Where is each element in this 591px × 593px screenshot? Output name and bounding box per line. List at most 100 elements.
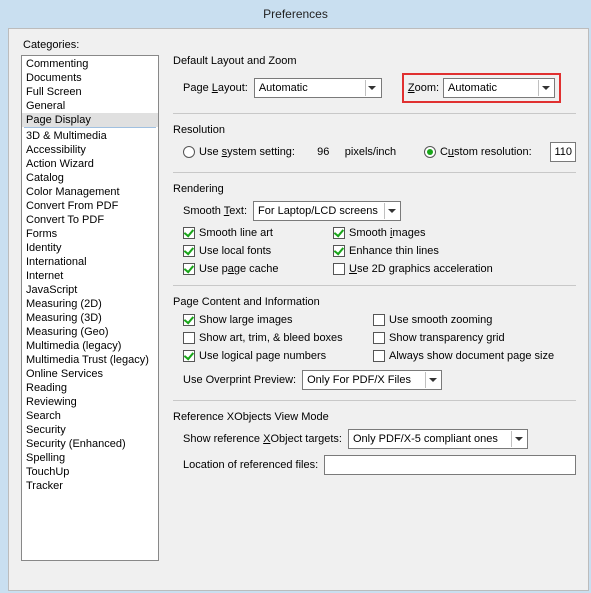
preferences-window: Preferences Categories: CommentingDocume…	[0, 0, 591, 593]
group-resolution: Resolution Use system setting: 96 pixels…	[173, 124, 576, 162]
category-item[interactable]: Full Screen	[22, 85, 158, 99]
show-art-trim-bleed-checkbox[interactable]: Show art, trim, & bleed boxes	[183, 332, 373, 344]
category-item[interactable]: Commenting	[22, 57, 158, 71]
group-title-resolution: Resolution	[173, 124, 576, 136]
smooth-images-checkbox[interactable]: Smooth images	[333, 227, 576, 239]
overprint-preview-combo[interactable]: Only For PDF/X Files	[302, 370, 442, 390]
dpi-unit: pixels/inch	[345, 146, 396, 158]
use-2d-accel-checkbox[interactable]: Use 2D graphics acceleration	[333, 263, 576, 275]
category-item[interactable]: Convert From PDF	[22, 199, 158, 213]
category-item[interactable]: Measuring (Geo)	[22, 325, 158, 339]
zoom-label: Zoom:	[408, 82, 439, 94]
referenced-files-location-input[interactable]	[324, 455, 576, 475]
use-smooth-zooming-label: Use smooth zooming	[389, 314, 492, 326]
zoom-highlight: Zoom: Automatic	[402, 73, 561, 103]
category-item[interactable]: Measuring (3D)	[22, 311, 158, 325]
show-large-images-label: Show large images	[199, 314, 293, 326]
group-title-rendering: Rendering	[173, 183, 576, 195]
category-item[interactable]: Search	[22, 409, 158, 423]
category-item[interactable]: General	[22, 99, 158, 113]
category-item[interactable]: Identity	[22, 241, 158, 255]
category-item[interactable]: TouchUp	[22, 465, 158, 479]
smooth-line-art-checkbox[interactable]: Smooth line art	[183, 227, 333, 239]
chevron-down-icon	[425, 372, 439, 388]
group-title-layout: Default Layout and Zoom	[173, 55, 576, 67]
category-item[interactable]: Catalog	[22, 171, 158, 185]
overprint-preview-label: Use Overprint Preview:	[183, 374, 296, 386]
show-art-trim-bleed-label: Show art, trim, & bleed boxes	[199, 332, 343, 344]
smooth-line-art-label: Smooth line art	[199, 227, 273, 239]
chevron-down-icon	[538, 80, 552, 96]
use-local-fonts-label: Use local fonts	[199, 245, 271, 257]
xobject-targets-combo[interactable]: Only PDF/X-5 compliant ones	[348, 429, 528, 449]
group-page-content: Page Content and Information Show large …	[173, 296, 576, 390]
enhance-thin-lines-checkbox[interactable]: Enhance thin lines	[333, 245, 576, 257]
show-transparency-grid-label: Show transparency grid	[389, 332, 505, 344]
xobject-targets-label: Show reference XObject targets:	[183, 433, 342, 445]
category-item[interactable]: Action Wizard	[22, 157, 158, 171]
use-page-cache-label: Use page cache	[199, 263, 279, 275]
category-item[interactable]: Multimedia (legacy)	[22, 339, 158, 353]
category-item[interactable]: Page Display	[22, 113, 158, 127]
category-item[interactable]: Security (Enhanced)	[22, 437, 158, 451]
category-item[interactable]: JavaScript	[22, 283, 158, 297]
category-item[interactable]: Accessibility	[22, 143, 158, 157]
category-item[interactable]: Spelling	[22, 451, 158, 465]
enhance-thin-lines-label: Enhance thin lines	[349, 245, 439, 257]
categories-list[interactable]: CommentingDocumentsFull ScreenGeneralPag…	[21, 55, 159, 561]
chevron-down-icon	[511, 431, 525, 447]
group-title-xobjects: Reference XObjects View Mode	[173, 411, 576, 423]
use-local-fonts-checkbox[interactable]: Use local fonts	[183, 245, 333, 257]
category-item[interactable]: Internet	[22, 269, 158, 283]
use-system-setting-radio[interactable]: Use system setting:	[183, 146, 295, 158]
group-title-content: Page Content and Information	[173, 296, 576, 308]
always-show-doc-size-label: Always show document page size	[389, 350, 554, 362]
client-area: Categories: CommentingDocumentsFull Scre…	[8, 28, 589, 591]
use-system-setting-label: Use system setting:	[199, 146, 295, 158]
categories-label: Categories:	[23, 39, 576, 51]
category-item[interactable]: Online Services	[22, 367, 158, 381]
chevron-down-icon	[365, 80, 379, 96]
custom-resolution-label: Custom resolution:	[440, 146, 532, 158]
chevron-down-icon	[384, 203, 398, 219]
use-logical-page-numbers-checkbox[interactable]: Use logical page numbers	[183, 350, 373, 362]
smooth-text-value: For Laptop/LCD screens	[258, 205, 378, 217]
category-item[interactable]: Tracker	[22, 479, 158, 493]
smooth-text-combo[interactable]: For Laptop/LCD screens	[253, 201, 401, 221]
custom-resolution-radio[interactable]: Custom resolution:	[424, 146, 532, 158]
use-smooth-zooming-checkbox[interactable]: Use smooth zooming	[373, 314, 576, 326]
smooth-images-label: Smooth images	[349, 227, 425, 239]
page-layout-value: Automatic	[259, 82, 308, 94]
category-item[interactable]: Reading	[22, 381, 158, 395]
category-item[interactable]: Measuring (2D)	[22, 297, 158, 311]
always-show-doc-size-checkbox[interactable]: Always show document page size	[373, 350, 576, 362]
category-item[interactable]: Multimedia Trust (legacy)	[22, 353, 158, 367]
settings-panel: Default Layout and Zoom Page Layout: Aut…	[173, 55, 576, 561]
xobject-targets-value: Only PDF/X-5 compliant ones	[353, 433, 498, 445]
category-item[interactable]: 3D & Multimedia	[22, 129, 158, 143]
zoom-value: Automatic	[448, 82, 497, 94]
category-item[interactable]: Security	[22, 423, 158, 437]
category-item[interactable]: Convert To PDF	[22, 213, 158, 227]
referenced-files-location-label: Location of referenced files:	[183, 459, 318, 471]
category-item[interactable]: Color Management	[22, 185, 158, 199]
page-layout-combo[interactable]: Automatic	[254, 78, 382, 98]
custom-resolution-input[interactable]: 110	[550, 142, 576, 162]
group-rendering: Rendering Smooth Text: For Laptop/LCD sc…	[173, 183, 576, 275]
page-layout-label: Page Layout:	[183, 82, 248, 94]
show-transparency-grid-checkbox[interactable]: Show transparency grid	[373, 332, 576, 344]
use-2d-accel-label: Use 2D graphics acceleration	[349, 263, 493, 275]
window-title: Preferences	[0, 0, 591, 28]
smooth-text-label: Smooth Text:	[183, 205, 247, 217]
group-layout-zoom: Default Layout and Zoom Page Layout: Aut…	[173, 55, 576, 103]
category-item[interactable]: Reviewing	[22, 395, 158, 409]
show-large-images-checkbox[interactable]: Show large images	[183, 314, 373, 326]
use-page-cache-checkbox[interactable]: Use page cache	[183, 263, 333, 275]
system-dpi-value: 96	[317, 146, 329, 158]
category-item[interactable]: International	[22, 255, 158, 269]
zoom-combo[interactable]: Automatic	[443, 78, 555, 98]
overprint-preview-value: Only For PDF/X Files	[307, 374, 411, 386]
category-item[interactable]: Forms	[22, 227, 158, 241]
use-logical-page-numbers-label: Use logical page numbers	[199, 350, 326, 362]
category-item[interactable]: Documents	[22, 71, 158, 85]
